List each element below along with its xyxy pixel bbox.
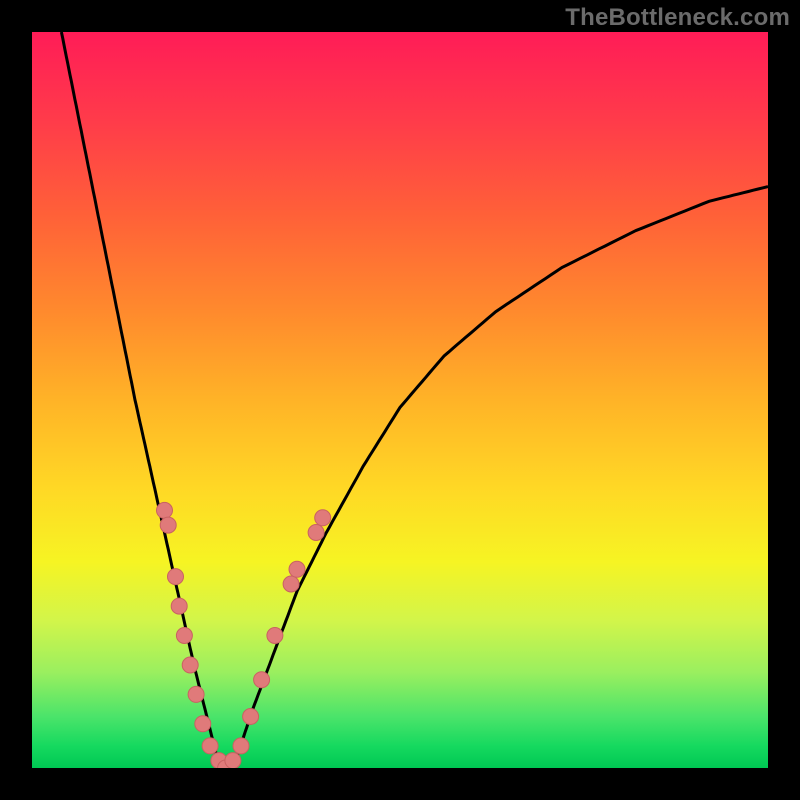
- bottleneck-curve-path: [61, 32, 768, 768]
- curve-dot: [243, 709, 259, 725]
- curve-dot: [171, 598, 187, 614]
- curve-dot: [188, 686, 204, 702]
- chart-frame: TheBottleneck.com: [0, 0, 800, 800]
- curve-dot: [233, 738, 249, 754]
- curve-dot: [267, 628, 283, 644]
- chart-svg: [32, 32, 768, 768]
- curve-dot: [225, 753, 241, 768]
- curve-dot: [202, 738, 218, 754]
- curve-dot: [160, 517, 176, 533]
- curve-dot: [308, 525, 324, 541]
- curve-dot: [157, 502, 173, 518]
- plot-area: [32, 32, 768, 768]
- curve-dot: [168, 569, 184, 585]
- curve-dot: [283, 576, 299, 592]
- watermark-text: TheBottleneck.com: [565, 4, 790, 32]
- curve-dot: [254, 672, 270, 688]
- curve-dot: [315, 510, 331, 526]
- curve-dot: [289, 561, 305, 577]
- curve-dot: [182, 657, 198, 673]
- curve-dotted-region: [157, 502, 331, 768]
- curve-dot: [176, 628, 192, 644]
- curve-dot: [195, 716, 211, 732]
